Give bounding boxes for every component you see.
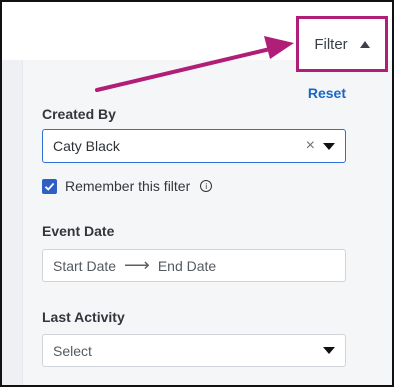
- created-by-value: Caty Black: [53, 138, 120, 154]
- reset-link[interactable]: Reset: [308, 85, 346, 101]
- end-date-placeholder[interactable]: End Date: [158, 258, 216, 274]
- last-activity-select[interactable]: Select: [42, 334, 346, 367]
- created-by-label: Created By: [42, 106, 116, 122]
- remember-filter-label: Remember this filter: [65, 178, 191, 194]
- start-date-placeholder[interactable]: Start Date: [53, 258, 116, 274]
- screenshot-frame: Filter Reset Created By Caty Black × Rem…: [0, 0, 394, 387]
- last-activity-value: Select: [53, 342, 92, 359]
- remember-filter-checkbox[interactable]: [42, 178, 57, 194]
- filter-toggle-label: Filter: [314, 35, 348, 53]
- chevron-down-icon[interactable]: [323, 347, 335, 354]
- checkmark-icon: [44, 182, 55, 191]
- event-date-range-input[interactable]: Start Date ⟶ End Date: [42, 249, 346, 282]
- filter-toggle-button[interactable]: Filter: [296, 16, 388, 72]
- remember-filter-row: Remember this filter i: [42, 178, 213, 194]
- info-icon[interactable]: i: [200, 180, 213, 192]
- last-activity-label: Last Activity: [42, 309, 125, 325]
- chevron-down-icon[interactable]: [323, 142, 335, 150]
- event-date-label: Event Date: [42, 223, 115, 239]
- clear-icon[interactable]: ×: [306, 138, 315, 154]
- arrow-right-icon: ⟶: [124, 255, 150, 275]
- created-by-select[interactable]: Caty Black ×: [42, 129, 346, 163]
- panel-left-strip: [2, 60, 23, 385]
- caret-up-icon: [359, 40, 370, 48]
